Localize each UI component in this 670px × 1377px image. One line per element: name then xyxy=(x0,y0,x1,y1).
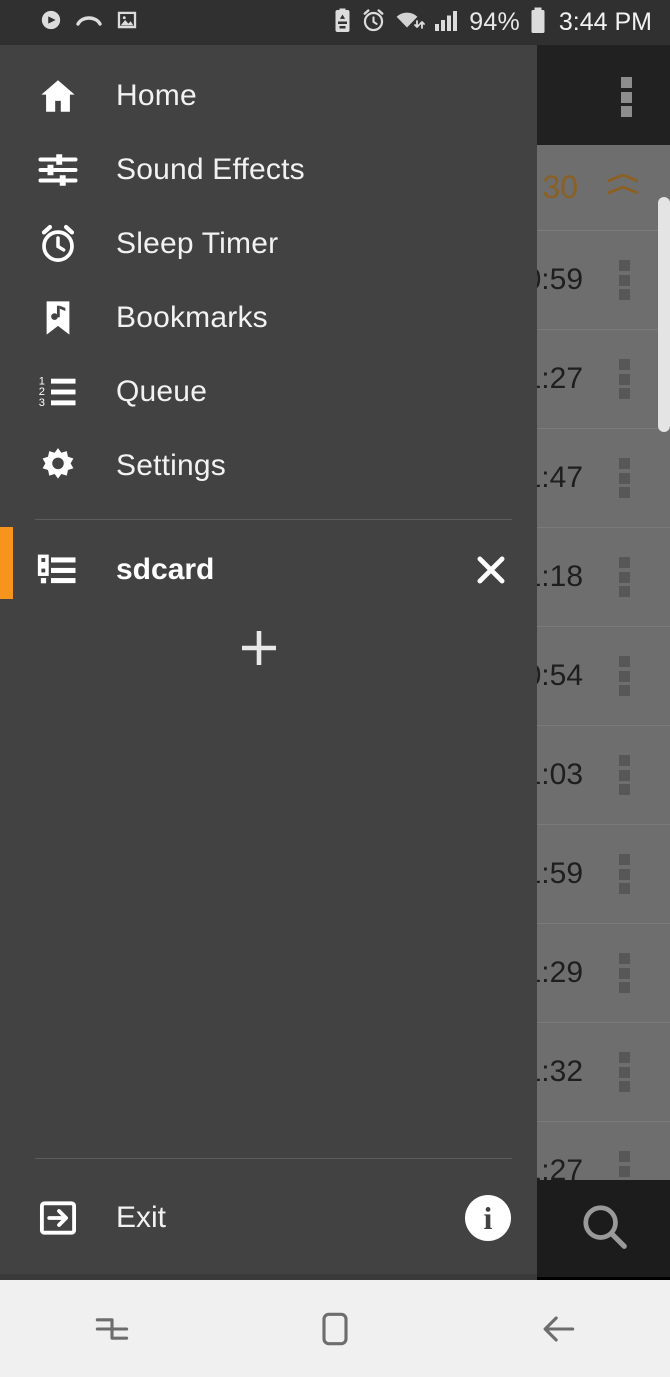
overflow-menu-icon[interactable] xyxy=(620,77,632,117)
menu-item-settings[interactable]: Settings xyxy=(0,429,537,503)
row-overflow-icon[interactable] xyxy=(619,260,630,300)
bookmark-music-icon xyxy=(35,295,81,341)
battery-icon xyxy=(529,7,547,39)
svg-text:3: 3 xyxy=(39,397,45,409)
battery-percent-label: 94% xyxy=(469,8,520,36)
playlist-name-label: sdcard xyxy=(116,553,215,586)
row-overflow-icon[interactable] xyxy=(619,458,630,498)
bottom-action-bar xyxy=(537,1180,670,1277)
menu-item-queue[interactable]: 1 2 3 Queue xyxy=(0,355,537,429)
drawer-divider-top xyxy=(35,519,512,520)
drawer-menu-list: Home Sound Effects Sleep Timer Bookmarks… xyxy=(0,45,537,503)
exit-icon xyxy=(35,1195,81,1241)
row-overflow-icon[interactable] xyxy=(619,1052,630,1092)
menu-item-sleep-timer[interactable]: Sleep Timer xyxy=(0,207,537,281)
android-nav-bar xyxy=(0,1280,670,1377)
home-icon xyxy=(35,73,81,119)
row-overflow-icon[interactable] xyxy=(619,656,630,696)
signal-icon xyxy=(434,8,460,37)
menu-item-home-label: Home xyxy=(116,79,197,112)
info-icon[interactable]: i xyxy=(465,1195,511,1241)
playlist-item-sdcard[interactable]: sdcard xyxy=(0,527,537,608)
tune-icon xyxy=(35,147,81,193)
exit-label: Exit xyxy=(116,1201,167,1234)
home-square-icon[interactable] xyxy=(223,1280,446,1377)
menu-item-sound-effects[interactable]: Sound Effects xyxy=(0,133,537,207)
gear-icon xyxy=(35,443,81,489)
menu-item-bookmarks[interactable]: Bookmarks xyxy=(0,281,537,355)
plus-icon xyxy=(235,624,283,677)
missed-call-icon xyxy=(76,12,102,33)
status-bar-right-icons: 94% 3:44 PM xyxy=(333,7,652,39)
search-icon[interactable] xyxy=(577,1199,631,1258)
row-overflow-icon[interactable] xyxy=(619,755,630,795)
clock-label: 3:44 PM xyxy=(558,8,652,36)
navigation-drawer: Home Sound Effects Sleep Timer Bookmarks… xyxy=(0,45,537,1277)
double-chevron-up-icon[interactable] xyxy=(606,173,640,203)
image-icon xyxy=(116,9,138,36)
row-overflow-icon[interactable] xyxy=(619,557,630,597)
alarm-icon xyxy=(361,8,386,38)
playlist-active-accent-bar xyxy=(0,527,13,599)
row-overflow-icon[interactable] xyxy=(619,854,630,894)
row-overflow-icon[interactable] xyxy=(619,953,630,993)
drawer-spacer xyxy=(0,692,537,1158)
menu-item-sleep-timer-label: Sleep Timer xyxy=(116,227,279,260)
status-bar-left-icons xyxy=(40,9,138,36)
recents-icon[interactable] xyxy=(0,1280,223,1377)
phone-screen: 94% 3:44 PM 30 0:59 1:27 1:47 1:18 0:54 1:03 1… xyxy=(0,0,670,1377)
list-scrollbar-thumb[interactable] xyxy=(658,197,670,432)
menu-item-settings-label: Settings xyxy=(116,449,226,482)
menu-item-home[interactable]: Home xyxy=(0,59,537,133)
back-arrow-icon[interactable] xyxy=(447,1280,670,1377)
row-overflow-icon[interactable] xyxy=(619,359,630,399)
add-playlist-button[interactable] xyxy=(0,608,537,692)
alarm-icon xyxy=(35,221,81,267)
menu-item-sound-effects-label: Sound Effects xyxy=(116,153,305,186)
close-icon[interactable] xyxy=(469,548,513,592)
play-circle-icon xyxy=(40,9,62,36)
battery-recycle-icon xyxy=(333,8,352,38)
track-count-label: 30 xyxy=(542,169,578,205)
wifi-icon xyxy=(395,8,426,37)
playlist-icon xyxy=(35,547,81,593)
exit-button[interactable]: Exit i xyxy=(0,1159,537,1277)
menu-item-bookmarks-label: Bookmarks xyxy=(116,301,268,334)
numbered-list-icon: 1 2 3 xyxy=(35,369,81,415)
status-bar: 94% 3:44 PM xyxy=(0,0,670,45)
menu-item-queue-label: Queue xyxy=(116,375,208,408)
